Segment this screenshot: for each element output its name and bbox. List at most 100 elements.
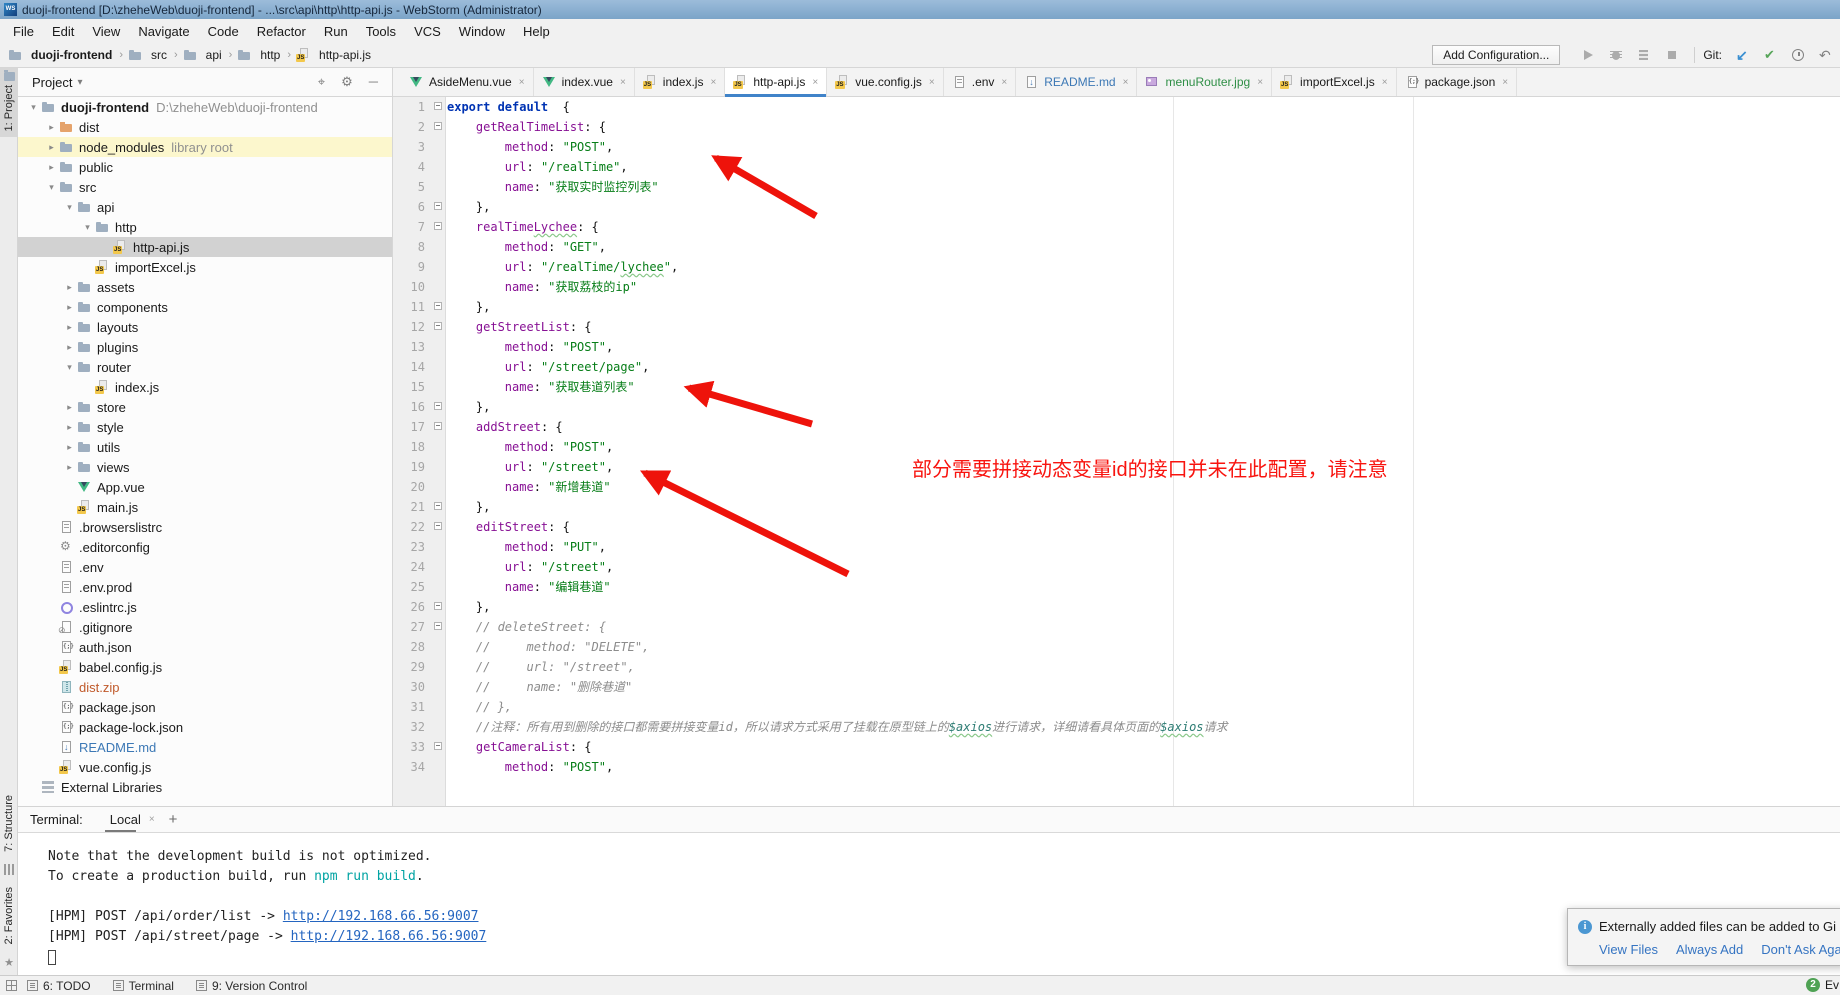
editor-tab-asidemenu-vue[interactable]: AsideMenu.vue×	[401, 68, 534, 96]
tree-item-env-prod[interactable]: .env.prod	[18, 577, 392, 597]
git-commit-icon[interactable]	[1762, 47, 1778, 63]
tree-item-http-api-js[interactable]: http-api.js	[18, 237, 392, 257]
close-icon[interactable]: ×	[620, 77, 626, 88]
tool-window-switcher-icon[interactable]	[6, 980, 17, 991]
tree-item-gitignore[interactable]: .gitignore	[18, 617, 392, 637]
code-line[interactable]: 27 // deleteStreet: {	[393, 617, 1840, 637]
tool-window-button-project[interactable]: 1: Project	[0, 68, 18, 137]
event-log-badge[interactable]: 2	[1806, 978, 1820, 992]
editor-tab-env[interactable]: .env×	[944, 68, 1017, 96]
breadcrumb-item-http[interactable]: http	[237, 48, 280, 62]
history-icon[interactable]	[1790, 47, 1806, 63]
notification-action-view-files[interactable]: View Files	[1599, 942, 1658, 957]
build-icon[interactable]	[4, 864, 15, 875]
menu-view[interactable]: View	[83, 24, 129, 39]
menu-tools[interactable]: Tools	[357, 24, 405, 39]
code-line[interactable]: 22 editStreet: {	[393, 517, 1840, 537]
tool-window-button-structure[interactable]: 7: Structure	[3, 795, 15, 852]
tree-item-index-js[interactable]: index.js	[18, 377, 392, 397]
editor-tab-index-js[interactable]: index.js×	[635, 68, 726, 96]
tree-item-src[interactable]: ▾src	[18, 177, 392, 197]
code-line[interactable]: 1export default {	[393, 97, 1840, 117]
tree-item-utils[interactable]: ▸utils	[18, 437, 392, 457]
code-line[interactable]: 11 },	[393, 297, 1840, 317]
code-line[interactable]: 6 },	[393, 197, 1840, 217]
favorites-star-icon[interactable]: ★	[4, 956, 14, 969]
editor-tab-index-vue[interactable]: index.vue×	[534, 68, 635, 96]
tree-item-importexcel-js[interactable]: importExcel.js	[18, 257, 392, 277]
tree-item-api[interactable]: ▾api	[18, 197, 392, 217]
tree-item-main-js[interactable]: main.js	[18, 497, 392, 517]
debug-icon[interactable]	[1608, 47, 1624, 63]
close-icon[interactable]: ×	[519, 77, 525, 88]
menu-run[interactable]: Run	[315, 24, 357, 39]
code-line[interactable]: 25 name: "编辑巷道"	[393, 577, 1840, 597]
code-line[interactable]: 15 name: "获取巷道列表"	[393, 377, 1840, 397]
tree-item-duoji-frontend[interactable]: ▾duoji-frontendD:\zheheWeb\duoji-fronten…	[18, 97, 392, 117]
breadcrumb-item-duoji-frontend[interactable]: duoji-frontend	[8, 48, 112, 62]
editor[interactable]: 1export default {2 getRealTimeList: {3 m…	[393, 97, 1840, 806]
code-line[interactable]: 32 //注释：所有用到删除的接口都需要拼接变量id，所以请求方式采用了挂载在原…	[393, 717, 1840, 737]
code-line[interactable]: 31 // },	[393, 697, 1840, 717]
breadcrumb-item-src[interactable]: src	[128, 48, 167, 62]
code-line[interactable]: 14 url: "/street/page",	[393, 357, 1840, 377]
hide-panel-icon[interactable]: ─	[369, 74, 378, 90]
menu-vcs[interactable]: VCS	[405, 24, 450, 39]
tree-item-dist-zip[interactable]: dist.zip	[18, 677, 392, 697]
editor-tab-vue-config-js[interactable]: vue.config.js×	[827, 68, 944, 96]
run-icon[interactable]	[1580, 47, 1596, 63]
terminal-link[interactable]: http://192.168.66.56:9007	[283, 909, 479, 924]
menu-help[interactable]: Help	[514, 24, 559, 39]
tree-item-assets[interactable]: ▸assets	[18, 277, 392, 297]
code-line[interactable]: 2 getRealTimeList: {	[393, 117, 1840, 137]
close-icon[interactable]: ×	[1502, 77, 1508, 88]
close-icon[interactable]: ×	[929, 77, 935, 88]
editor-tab-readme-md[interactable]: README.md×	[1016, 68, 1137, 96]
tree-item-readme-md[interactable]: README.md	[18, 737, 392, 757]
editor-tab-importexcel-js[interactable]: importExcel.js×	[1272, 68, 1397, 96]
code-line[interactable]: 30 // name: "删除巷道"	[393, 677, 1840, 697]
new-terminal-icon[interactable]: +	[169, 811, 178, 828]
code-line[interactable]: 5 name: "获取实时监控列表"	[393, 177, 1840, 197]
code-line[interactable]: 24 url: "/street",	[393, 557, 1840, 577]
tree-item-layouts[interactable]: ▸layouts	[18, 317, 392, 337]
menu-refactor[interactable]: Refactor	[248, 24, 315, 39]
code-line[interactable]: 9 url: "/realTime/lychee",	[393, 257, 1840, 277]
tree-item-store[interactable]: ▸store	[18, 397, 392, 417]
menu-edit[interactable]: Edit	[43, 24, 83, 39]
notification-action-don-t-ask-agai[interactable]: Don't Ask Agai	[1761, 942, 1840, 957]
tree-item-plugins[interactable]: ▸plugins	[18, 337, 392, 357]
chevron-down-icon[interactable]: ▾	[77, 77, 82, 88]
statusbar-item-6-todo[interactable]: 6: TODO	[27, 979, 91, 993]
tree-item-babel-config-js[interactable]: babel.config.js	[18, 657, 392, 677]
close-icon[interactable]: ×	[710, 77, 716, 88]
code-line[interactable]: 28 // method: "DELETE",	[393, 637, 1840, 657]
add-configuration-button[interactable]: Add Configuration...	[1432, 45, 1560, 65]
locate-file-icon[interactable]: ⌖	[318, 74, 325, 90]
code-line[interactable]: 34 method: "POST",	[393, 757, 1840, 777]
event-log-label[interactable]: Ev	[1825, 978, 1839, 992]
code-line[interactable]: 26 },	[393, 597, 1840, 617]
tree-item-public[interactable]: ▸public	[18, 157, 392, 177]
tree-item-components[interactable]: ▸components	[18, 297, 392, 317]
tree-item-auth-json[interactable]: auth.json	[18, 637, 392, 657]
tree-item-env[interactable]: .env	[18, 557, 392, 577]
terminal-cursor[interactable]	[48, 950, 56, 965]
coverage-icon[interactable]	[1636, 47, 1652, 63]
tree-item-views[interactable]: ▸views	[18, 457, 392, 477]
code-line[interactable]: 13 method: "POST",	[393, 337, 1840, 357]
tree-item-package-lock-json[interactable]: package-lock.json	[18, 717, 392, 737]
notification-action-always-add[interactable]: Always Add	[1676, 942, 1743, 957]
close-icon[interactable]: ×	[1382, 77, 1388, 88]
title-bar[interactable]: WS duoji-frontend [D:\zheheWeb\duoji-fro…	[0, 0, 1840, 19]
code-line[interactable]: 7 realTimeLychee: {	[393, 217, 1840, 237]
tree-item-http[interactable]: ▾http	[18, 217, 392, 237]
revert-icon[interactable]	[1818, 47, 1834, 63]
menu-code[interactable]: Code	[199, 24, 248, 39]
tree-item-style[interactable]: ▸style	[18, 417, 392, 437]
tree-item-dist[interactable]: ▸dist	[18, 117, 392, 137]
close-icon[interactable]: ×	[812, 77, 818, 88]
code-line[interactable]: 17 addStreet: {	[393, 417, 1840, 437]
tree-item-node-modules[interactable]: ▸node_moduleslibrary root	[18, 137, 392, 157]
statusbar-item-9-version-control[interactable]: 9: Version Control	[196, 979, 307, 993]
